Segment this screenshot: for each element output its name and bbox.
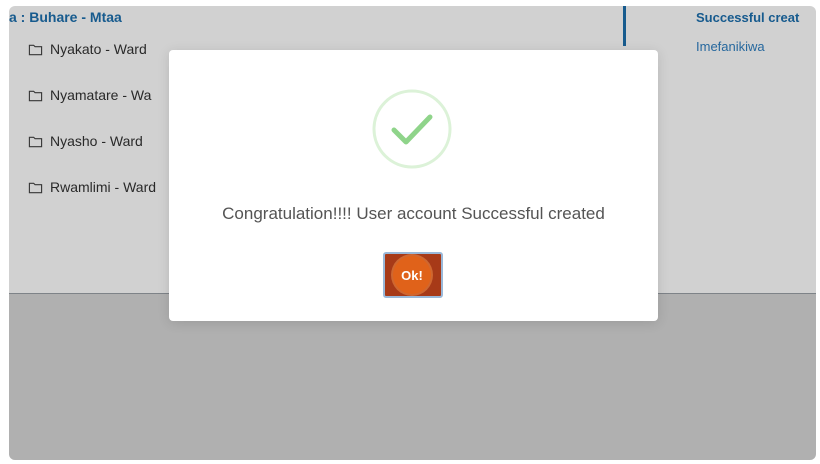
- screen: a : Buhare - Mtaa Nyakato - Ward Nyamata…: [0, 0, 820, 464]
- check-icon: [372, 89, 452, 169]
- ok-label: Ok!: [401, 267, 423, 283]
- success-dialog: Congratulation!!!! User account Successf…: [169, 50, 658, 321]
- ok-button[interactable]: Ok!: [383, 252, 443, 298]
- click-highlight: Ok!: [393, 256, 431, 294]
- dialog-message: Congratulation!!!! User account Successf…: [222, 204, 605, 223]
